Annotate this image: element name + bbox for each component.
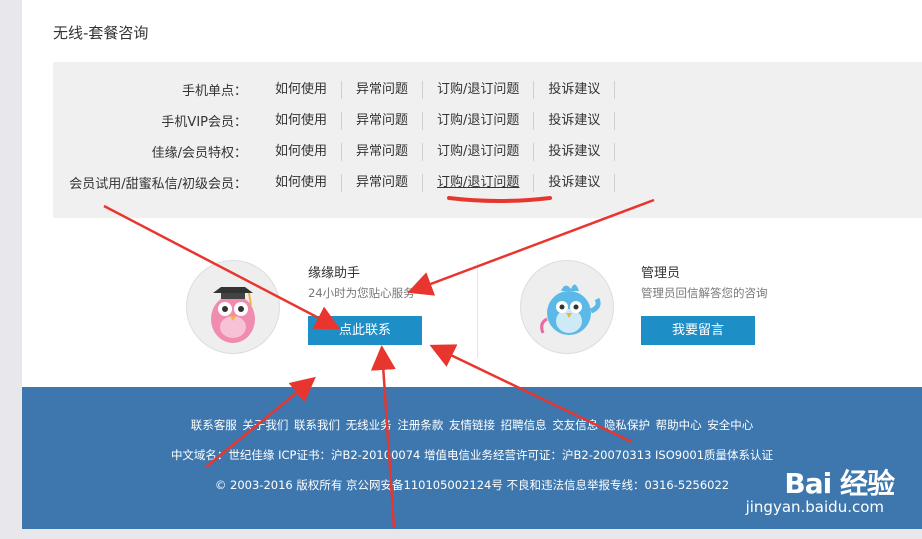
bird-mascot-icon — [540, 284, 601, 335]
assistant-desc: 24小时为您贴心服务 — [308, 286, 415, 300]
faq-link-usage[interactable]: 如何使用 — [247, 142, 343, 161]
footer-link[interactable]: 联系客服 — [191, 418, 237, 432]
footer-link[interactable]: 关于我们 — [242, 418, 288, 432]
faq-link-issues[interactable]: 异常问题 — [342, 173, 424, 192]
bottom-strip — [0, 529, 922, 539]
footer-link[interactable]: 帮助中心 — [656, 418, 702, 432]
contact-assistant-button[interactable]: 点此联系 — [308, 316, 422, 345]
faq-row: 手机VIP会员： 如何使用 异常问题 订购/退订问题 投诉建议 — [53, 105, 616, 136]
leave-message-button[interactable]: 我要留言 — [641, 316, 755, 345]
admin-desc: 管理员回信解答您的咨询 — [641, 286, 768, 300]
faq-label: 佳缘/会员特权： — [151, 146, 247, 161]
faq-label: 手机单点： — [181, 84, 247, 99]
faq-row: 佳缘/会员特权： 如何使用 异常问题 订购/退订问题 投诉建议 — [53, 136, 616, 167]
faq-link-subscribe[interactable]: 订购/退订问题 — [423, 173, 535, 192]
assistant-avatar — [186, 260, 280, 354]
faq-box: 手机单点： 如何使用 异常问题 订购/退订问题 投诉建议 手机VIP会员： 如何… — [53, 62, 922, 218]
footer-links: 联系客服 关于我们 联系我们 无线业务 注册条款 友情链接 招聘信息 交友信息 … — [22, 417, 922, 433]
footer-link[interactable]: 交友信息 — [552, 418, 598, 432]
faq-link-usage[interactable]: 如何使用 — [247, 80, 343, 99]
faq-link-usage[interactable]: 如何使用 — [247, 111, 343, 130]
footer-link[interactable]: 无线业务 — [346, 418, 392, 432]
faq-row: 会员试用/甜蜜私信/初级会员： 如何使用 异常问题 订购/退订问题 投诉建议 — [53, 167, 616, 198]
admin-name: 管理员 — [641, 266, 681, 281]
faq-link-complaint[interactable]: 投诉建议 — [534, 173, 616, 192]
faq-link-usage[interactable]: 如何使用 — [247, 173, 343, 192]
footer-link[interactable]: 联系我们 — [294, 418, 340, 432]
footer-link[interactable]: 招聘信息 — [501, 418, 547, 432]
footer-license: 中文域名：世纪佳缘 ICP证书：沪B2-20100074 增值电信业务经营许可证… — [170, 448, 774, 462]
faq-link-issues[interactable]: 异常问题 — [342, 80, 424, 99]
faq-link-subscribe[interactable]: 订购/退订问题 — [423, 142, 535, 161]
footer-link[interactable]: 安全中心 — [707, 418, 753, 432]
faq-link-issues[interactable]: 异常问题 — [342, 142, 424, 161]
faq-label: 会员试用/甜蜜私信/初级会员： — [69, 177, 247, 192]
faq-link-complaint[interactable]: 投诉建议 — [534, 111, 616, 130]
assistant-name: 缘缘助手 — [308, 266, 361, 281]
faq-link-subscribe[interactable]: 订购/退订问题 — [423, 80, 535, 99]
watermark-url: jingyan.baidu.com — [745, 498, 884, 516]
faq-row: 手机单点： 如何使用 异常问题 订购/退订问题 投诉建议 — [53, 74, 616, 105]
page-content: 无线-套餐咨询 手机单点： 如何使用 异常问题 订购/退订问题 投诉建议 手机V… — [22, 0, 922, 539]
admin-avatar — [520, 260, 614, 354]
faq-link-subscribe[interactable]: 订购/退订问题 — [423, 111, 535, 130]
faq-link-complaint[interactable]: 投诉建议 — [534, 80, 616, 99]
faq-label: 手机VIP会员： — [161, 115, 247, 130]
baidu-jingyan-logo: Bai 经验 — [784, 467, 895, 500]
faq-link-issues[interactable]: 异常问题 — [342, 111, 424, 130]
owl-mascot-icon — [211, 287, 255, 343]
faq-link-complaint[interactable]: 投诉建议 — [534, 142, 616, 161]
card-divider — [477, 262, 478, 358]
footer-link[interactable]: 隐私保护 — [604, 418, 650, 432]
section-title: 无线-套餐咨询 — [53, 24, 149, 42]
footer-link[interactable]: 友情链接 — [449, 418, 495, 432]
footer-link[interactable]: 注册条款 — [397, 418, 443, 432]
